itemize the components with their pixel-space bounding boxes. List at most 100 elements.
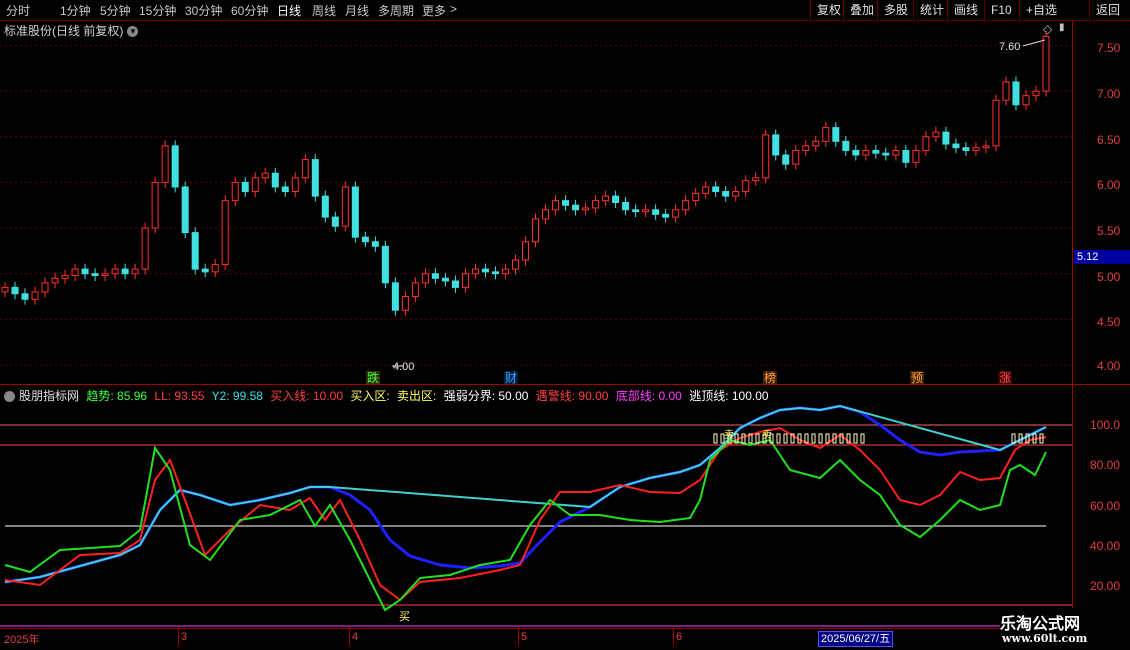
candle-body: [682, 200, 690, 211]
candle-body: [1, 286, 9, 293]
price-axis-tick: 5.50: [1097, 224, 1121, 238]
candle-body: [181, 186, 189, 234]
candle-body: [972, 147, 980, 151]
candle-body: [61, 275, 69, 279]
candle-body: [692, 192, 700, 202]
candle-body: [381, 245, 389, 284]
candle-body: [461, 273, 469, 288]
trend-line: [4, 438, 1047, 612]
param-warning-line: 遇警线: 90.00: [535, 389, 609, 403]
watermark-line2: www.60lt.com: [1002, 632, 1088, 645]
candle-body: [582, 207, 590, 211]
candle-body: [822, 127, 830, 142]
candle-body: [572, 204, 580, 211]
candle-body: [311, 159, 319, 197]
candle-body: [802, 145, 810, 151]
candle-body: [441, 277, 449, 282]
candle-body: [602, 195, 610, 202]
candle-body: [932, 131, 940, 138]
candle-body: [992, 99, 1000, 147]
candle-body: [101, 273, 109, 277]
candle-body: [1022, 95, 1030, 106]
candle-body: [251, 177, 259, 193]
param-y2: Y2: 99.58: [211, 389, 263, 403]
candle-body: [872, 149, 880, 154]
candle-body: [401, 296, 409, 311]
candle-body: [712, 186, 720, 193]
price-axis-tick: 4.00: [1097, 359, 1121, 373]
candle-body: [982, 145, 990, 149]
candle-body: [1012, 81, 1020, 106]
candle-body: [522, 241, 529, 261]
sell-zone-bar: [783, 433, 788, 444]
event-marker-finance[interactable]: 财: [505, 371, 517, 385]
settings-icon[interactable]: [4, 391, 15, 403]
candle-body: [892, 149, 900, 156]
candle-body: [321, 195, 329, 218]
sell-zone-bar: [853, 433, 858, 444]
date-axis-label: 6: [676, 631, 683, 643]
candle-body: [672, 209, 680, 218]
sell-zone-bar: [797, 433, 802, 444]
candle-body: [652, 209, 660, 215]
candle-body: [632, 209, 640, 213]
sell-zone-bar: [811, 433, 816, 444]
candle-body: [451, 280, 459, 288]
event-marker-drop[interactable]: 跌: [367, 370, 379, 385]
candle-body: [41, 282, 49, 293]
candle-body: [1002, 81, 1010, 101]
candle-body: [491, 271, 499, 275]
candle-body: [111, 268, 119, 275]
sell-zone-bar: [741, 433, 746, 444]
candle-body: [612, 195, 620, 203]
candle-body: [962, 147, 970, 151]
candle-body: [141, 227, 149, 270]
candle-body: [471, 268, 479, 275]
candle-body: [221, 200, 229, 266]
sell-zone-bar: [776, 433, 781, 444]
candle-body: [742, 180, 750, 193]
candle-body: [842, 140, 850, 151]
y2-line-down: [4, 404, 1047, 584]
event-marker-ranking[interactable]: 榜: [764, 370, 776, 385]
candle-body: [772, 134, 780, 156]
candle-body: [732, 191, 740, 197]
date-axis-label: 5: [521, 631, 528, 643]
watermark-logo: 乐淘公式网 www.60lt.com: [1000, 608, 1130, 650]
indicator-axis-tick: 20.00: [1090, 579, 1121, 593]
price-axis-tick: 4.50: [1097, 315, 1121, 329]
price-axis-tick: 7.50: [1097, 41, 1121, 55]
candle-body: [271, 172, 279, 188]
candle-body: [291, 177, 299, 193]
candle-body: [211, 264, 219, 273]
date-axis-label: 2025年: [4, 634, 40, 646]
candle-body: [762, 134, 770, 179]
candle-body: [191, 232, 199, 270]
price-axis-tick: 5.00: [1097, 270, 1121, 284]
param-bottom-line: 底部线: 0.00: [615, 389, 682, 403]
event-marker-forecast[interactable]: 预: [911, 371, 923, 385]
candle-body: [481, 268, 489, 273]
ll-line: [4, 426, 1047, 602]
event-markers: 跌 财 榜 预 涨: [366, 370, 1012, 385]
indicator-axis-tick: 60.00: [1090, 499, 1121, 513]
candle-body: [852, 149, 860, 156]
indicator-name[interactable]: 股朋指标网: [19, 389, 79, 403]
candle-body: [862, 149, 870, 156]
candle-body: [391, 282, 399, 311]
candle-body: [431, 273, 439, 279]
cursor-date-box: 2025/06/27/五: [818, 631, 894, 647]
high-price-label: 7.60: [999, 41, 1020, 53]
candle-body: [411, 282, 419, 298]
sell-zone-bar: [860, 433, 865, 444]
candle-body: [201, 268, 209, 273]
candle-body: [241, 181, 249, 193]
candle-body: [341, 186, 349, 227]
event-marker-rise[interactable]: 涨: [999, 370, 1011, 385]
param-sell-zone: 卖出区:: [397, 389, 437, 403]
candle-body: [912, 149, 920, 163]
candle-body: [121, 268, 129, 275]
candle-body: [662, 213, 670, 218]
candle-body: [501, 268, 509, 275]
candle-body: [832, 127, 840, 142]
